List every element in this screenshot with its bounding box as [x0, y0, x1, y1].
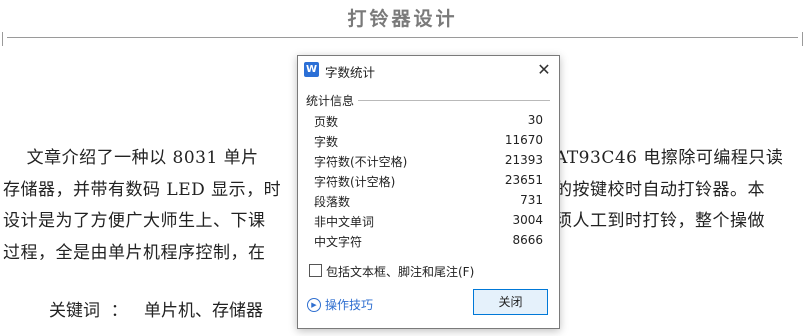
stats-row-chinese-chars: 中文字符 8666: [314, 233, 543, 251]
tips-link[interactable]: ▶ 操作技巧: [307, 296, 373, 312]
stats-label: 字符数(不计空格): [314, 155, 408, 169]
dialog-title: 字数统计: [325, 65, 376, 80]
stats-row-chars-no-spaces: 字符数(不计空格) 21393: [314, 153, 543, 171]
body-text-line-1-right: AT93C46 电擦除可编程只读: [555, 148, 784, 168]
header-divider: [7, 37, 798, 38]
stats-label: 段落数: [314, 195, 351, 209]
stats-value: 11670: [504, 133, 543, 147]
include-textbox-footnotes-checkbox[interactable]: [309, 264, 322, 277]
stats-row-paragraphs: 段落数 731: [314, 193, 543, 211]
document-title: 打铃器设计: [347, 8, 458, 30]
stats-row-chars-with-spaces: 字符数(计空格) 23651: [314, 173, 543, 191]
wps-writer-icon: W: [304, 62, 319, 77]
stats-label: 字符数(计空格): [314, 175, 396, 189]
stats-label: 字数: [314, 135, 339, 149]
header-corner-mark-left: [2, 32, 3, 46]
stats-group-label: 统计信息: [306, 94, 355, 108]
close-icon[interactable]: ✕: [533, 59, 555, 81]
stats-label: 中文字符: [314, 235, 363, 249]
stats-value: 8666: [512, 233, 543, 247]
dialog-titlebar[interactable]: W 字数统计 ✕: [298, 56, 559, 84]
stats-value: 3004: [512, 213, 543, 227]
body-text-line-3-right: 须人工到时打铃，整个操做: [555, 211, 765, 231]
body-text-line-2-right: 的按键校时自动打铃器。本: [555, 180, 765, 200]
play-circle-icon: ▶: [307, 297, 321, 312]
include-textbox-footnotes-label[interactable]: 包括文本框、脚注和尾注(F): [326, 263, 474, 280]
close-button[interactable]: 关闭: [473, 289, 548, 315]
stats-row-non-chinese-words: 非中文单词 3004: [314, 213, 543, 231]
stats-row-words: 字数 11670: [314, 133, 543, 151]
stats-label: 非中文单词: [314, 215, 375, 229]
stats-row-pages: 页数 30: [314, 113, 543, 131]
header-corner-mark-right: [802, 32, 803, 46]
stats-value: 23651: [504, 173, 543, 187]
tips-link-label[interactable]: 操作技巧: [325, 298, 373, 312]
stats-label: 页数: [314, 115, 339, 129]
keywords-line: 关键词 ： 单片机、存储器: [49, 301, 264, 321]
stats-value: 731: [520, 193, 543, 207]
stats-value: 30: [527, 113, 543, 127]
stats-group-divider: [358, 100, 550, 101]
stats-value: 21393: [504, 153, 543, 167]
document-header: 打铃器设计: [0, 0, 805, 48]
word-count-dialog: W 字数统计 ✕ 统计信息 页数 30 字数 11670 字符数(不计空格) 2…: [297, 55, 560, 329]
